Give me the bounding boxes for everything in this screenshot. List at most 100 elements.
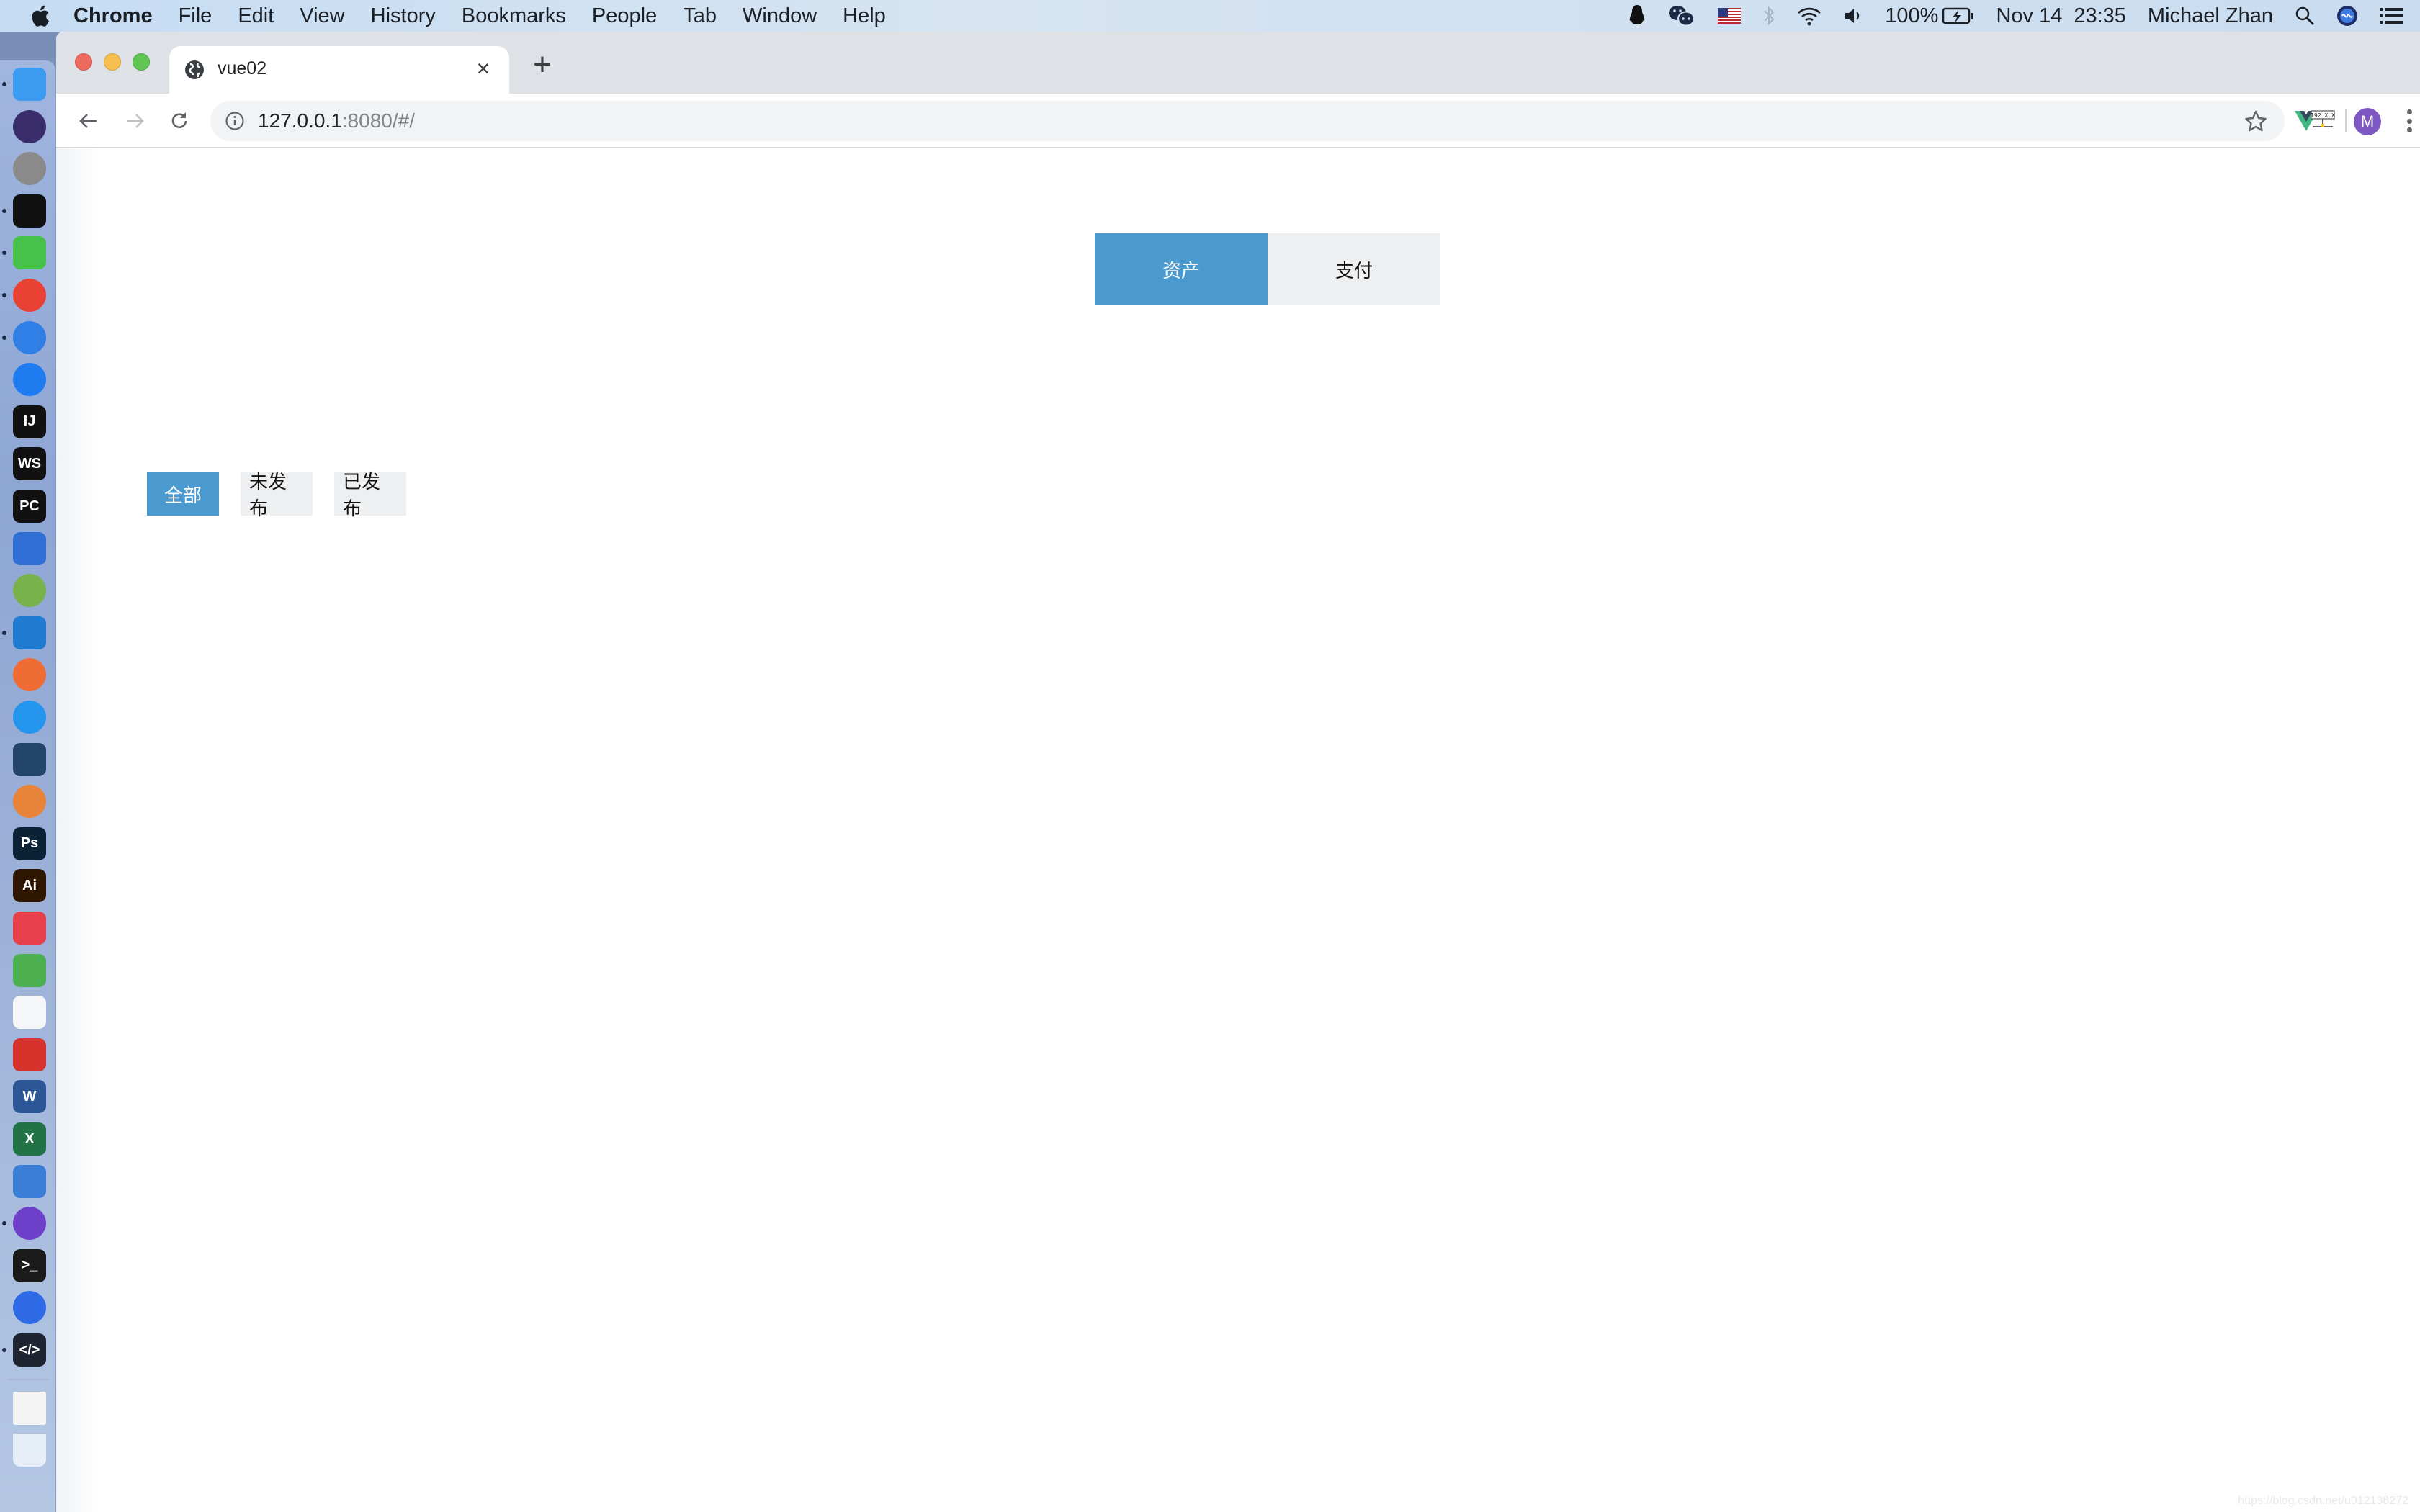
menu-people[interactable]: People xyxy=(592,4,657,28)
dock-app-chrome-icon[interactable] xyxy=(13,279,46,312)
forward-button[interactable] xyxy=(120,106,150,136)
reload-button[interactable] xyxy=(164,106,194,136)
dock-separator xyxy=(7,1378,49,1380)
dock-app-github-desktop-icon[interactable] xyxy=(13,1207,46,1241)
bookmark-star-icon[interactable] xyxy=(2244,109,2267,132)
macos-dock: IJ WS PC Ps Ai W X >_ </> xyxy=(0,60,56,1512)
dock-app-navicat-icon[interactable] xyxy=(13,785,46,819)
dock-app-vscode-icon[interactable] xyxy=(13,616,46,649)
menu-bookmarks[interactable]: Bookmarks xyxy=(462,4,566,28)
dock-app-photoshop-icon[interactable]: Ps xyxy=(13,827,46,860)
clock-time[interactable]: 23:35 xyxy=(2074,4,2126,28)
page-content: 资产 支付 全部 未发布 已发布 https://blog.csdn.net/u012… xyxy=(56,148,2420,1512)
ip-address-extension-icon[interactable]: 192.X.X xyxy=(2306,108,2339,134)
menu-help[interactable]: Help xyxy=(843,4,886,28)
site-info-icon[interactable] xyxy=(225,111,245,131)
filter-button-2[interactable]: 已发布 xyxy=(334,471,406,519)
dock-app-safari-icon[interactable] xyxy=(13,320,46,354)
dock-app-xmind-zen-icon[interactable] xyxy=(13,996,46,1030)
globe-icon xyxy=(185,60,204,79)
us-flag-icon[interactable] xyxy=(1718,8,1742,24)
filter-button-1[interactable]: 未发布 xyxy=(241,471,313,519)
dock-app-terminal-icon[interactable]: >_ xyxy=(13,1248,46,1282)
zip-archive-icon[interactable] xyxy=(13,1391,46,1425)
dock-app-webstorm-icon[interactable]: WS xyxy=(13,447,46,481)
dock-app-docker-icon[interactable] xyxy=(13,701,46,734)
menu-file[interactable]: File xyxy=(179,4,212,28)
wifi-icon[interactable] xyxy=(1797,6,1821,26)
bluetooth-icon[interactable] xyxy=(1762,5,1775,27)
dock-app-excel-icon[interactable]: X xyxy=(13,1122,46,1156)
dock-app-xmind-icon[interactable] xyxy=(13,912,46,945)
dock-app-finder-icon[interactable] xyxy=(13,68,46,101)
menu-app-name[interactable]: Chrome xyxy=(73,4,153,28)
spotlight-icon[interactable] xyxy=(2295,6,2315,26)
close-tab-icon[interactable]: × xyxy=(470,55,496,81)
dock-app-wechat-icon[interactable] xyxy=(13,236,46,270)
menu-view[interactable]: View xyxy=(300,4,344,28)
dock-app-code-editor-icon[interactable]: </> xyxy=(13,1333,46,1367)
macos-menu-bar: Chrome File Edit View History Bookmarks … xyxy=(0,0,2420,32)
dock-app-mysql-workbench-icon[interactable] xyxy=(13,742,46,776)
dock-app-xcode-icon[interactable] xyxy=(13,531,46,565)
chrome-window: vue02 × + 127.0.0.1:8080/#/ 192.X.X M 资产… xyxy=(56,32,2420,1512)
volume-icon[interactable] xyxy=(1843,6,1863,25)
apple-logo-icon[interactable] xyxy=(29,4,50,28)
dock-app-qq-icon[interactable] xyxy=(13,194,46,228)
profile-avatar[interactable]: M xyxy=(2354,108,2381,135)
dock-app-word-icon[interactable]: W xyxy=(13,1080,46,1114)
close-window-button[interactable] xyxy=(75,53,92,71)
url-path: :8080/#/ xyxy=(341,109,415,132)
user-name[interactable]: Michael Zhan xyxy=(2148,4,2273,28)
menu-history[interactable]: History xyxy=(371,4,436,28)
qq-icon[interactable] xyxy=(1628,4,1646,27)
clock-date[interactable]: Nov 14 xyxy=(1996,4,2062,28)
dock-running-indicator xyxy=(2,1221,6,1226)
dock-app-netease-music-icon[interactable] xyxy=(13,1038,46,1071)
filter-button-0[interactable]: 全部 xyxy=(147,472,219,516)
dock-running-indicator xyxy=(2,1348,6,1352)
url-host: 127.0.0.1 xyxy=(258,109,342,132)
dock-app-mindnode-icon[interactable] xyxy=(13,953,46,987)
minimize-window-button[interactable] xyxy=(104,53,121,71)
page-edge-shadow xyxy=(56,148,99,1512)
chrome-menu-icon[interactable] xyxy=(2398,107,2420,135)
dock-running-indicator xyxy=(2,208,6,213)
main-tab-1[interactable]: 支付 xyxy=(1268,233,1440,305)
menu-tab[interactable]: Tab xyxy=(683,4,717,28)
wechat-icon[interactable] xyxy=(1667,4,1696,28)
browser-toolbar: 127.0.0.1:8080/#/ 192.X.X M xyxy=(56,94,2420,148)
dock-app-teamviewer-icon[interactable] xyxy=(13,1291,46,1325)
address-bar[interactable]: 127.0.0.1:8080/#/ xyxy=(210,101,2285,141)
menu-window[interactable]: Window xyxy=(743,4,817,28)
reload-icon xyxy=(171,112,187,128)
battery-icon xyxy=(1942,7,1973,24)
notification-center-icon[interactable] xyxy=(2380,6,2403,25)
dock-app-app-store-icon[interactable] xyxy=(13,363,46,397)
battery-status[interactable]: 100% xyxy=(1885,4,1974,28)
dock-app-illustrator-icon[interactable]: Ai xyxy=(13,869,46,903)
trash-icon[interactable] xyxy=(13,1433,46,1467)
arrow-right-icon xyxy=(127,114,144,128)
menu-edit[interactable]: Edit xyxy=(238,4,274,28)
dock-app-postman-icon[interactable] xyxy=(13,658,46,692)
back-button[interactable] xyxy=(73,106,104,136)
maximize-window-button[interactable] xyxy=(133,53,150,71)
dock-app-parallels-icon[interactable] xyxy=(13,1164,46,1198)
url-text[interactable]: 127.0.0.1:8080/#/ xyxy=(258,109,415,132)
dock-app-launchpad-icon[interactable] xyxy=(13,152,46,186)
main-tab-0[interactable]: 资产 xyxy=(1095,233,1268,305)
siri-icon[interactable] xyxy=(2336,5,2358,27)
dock-app-pycharm-icon[interactable]: PC xyxy=(13,490,46,523)
tab-title: vue02 xyxy=(218,58,267,78)
browser-tab-active[interactable]: vue02 × xyxy=(169,46,509,94)
battery-percent: 100% xyxy=(1885,4,1939,27)
filter-button-group: 全部 未发布 已发布 xyxy=(147,471,428,519)
svg-text:192.X.X: 192.X.X xyxy=(2311,112,2335,119)
dock-app-intellij-idea-icon[interactable]: IJ xyxy=(13,405,46,438)
dock-app-siri-icon[interactable] xyxy=(13,109,46,143)
new-tab-button[interactable]: + xyxy=(528,49,557,81)
dock-running-indicator xyxy=(2,630,6,635)
toolbar-divider xyxy=(2345,109,2347,132)
dock-app-android-studio-icon[interactable] xyxy=(13,574,46,608)
